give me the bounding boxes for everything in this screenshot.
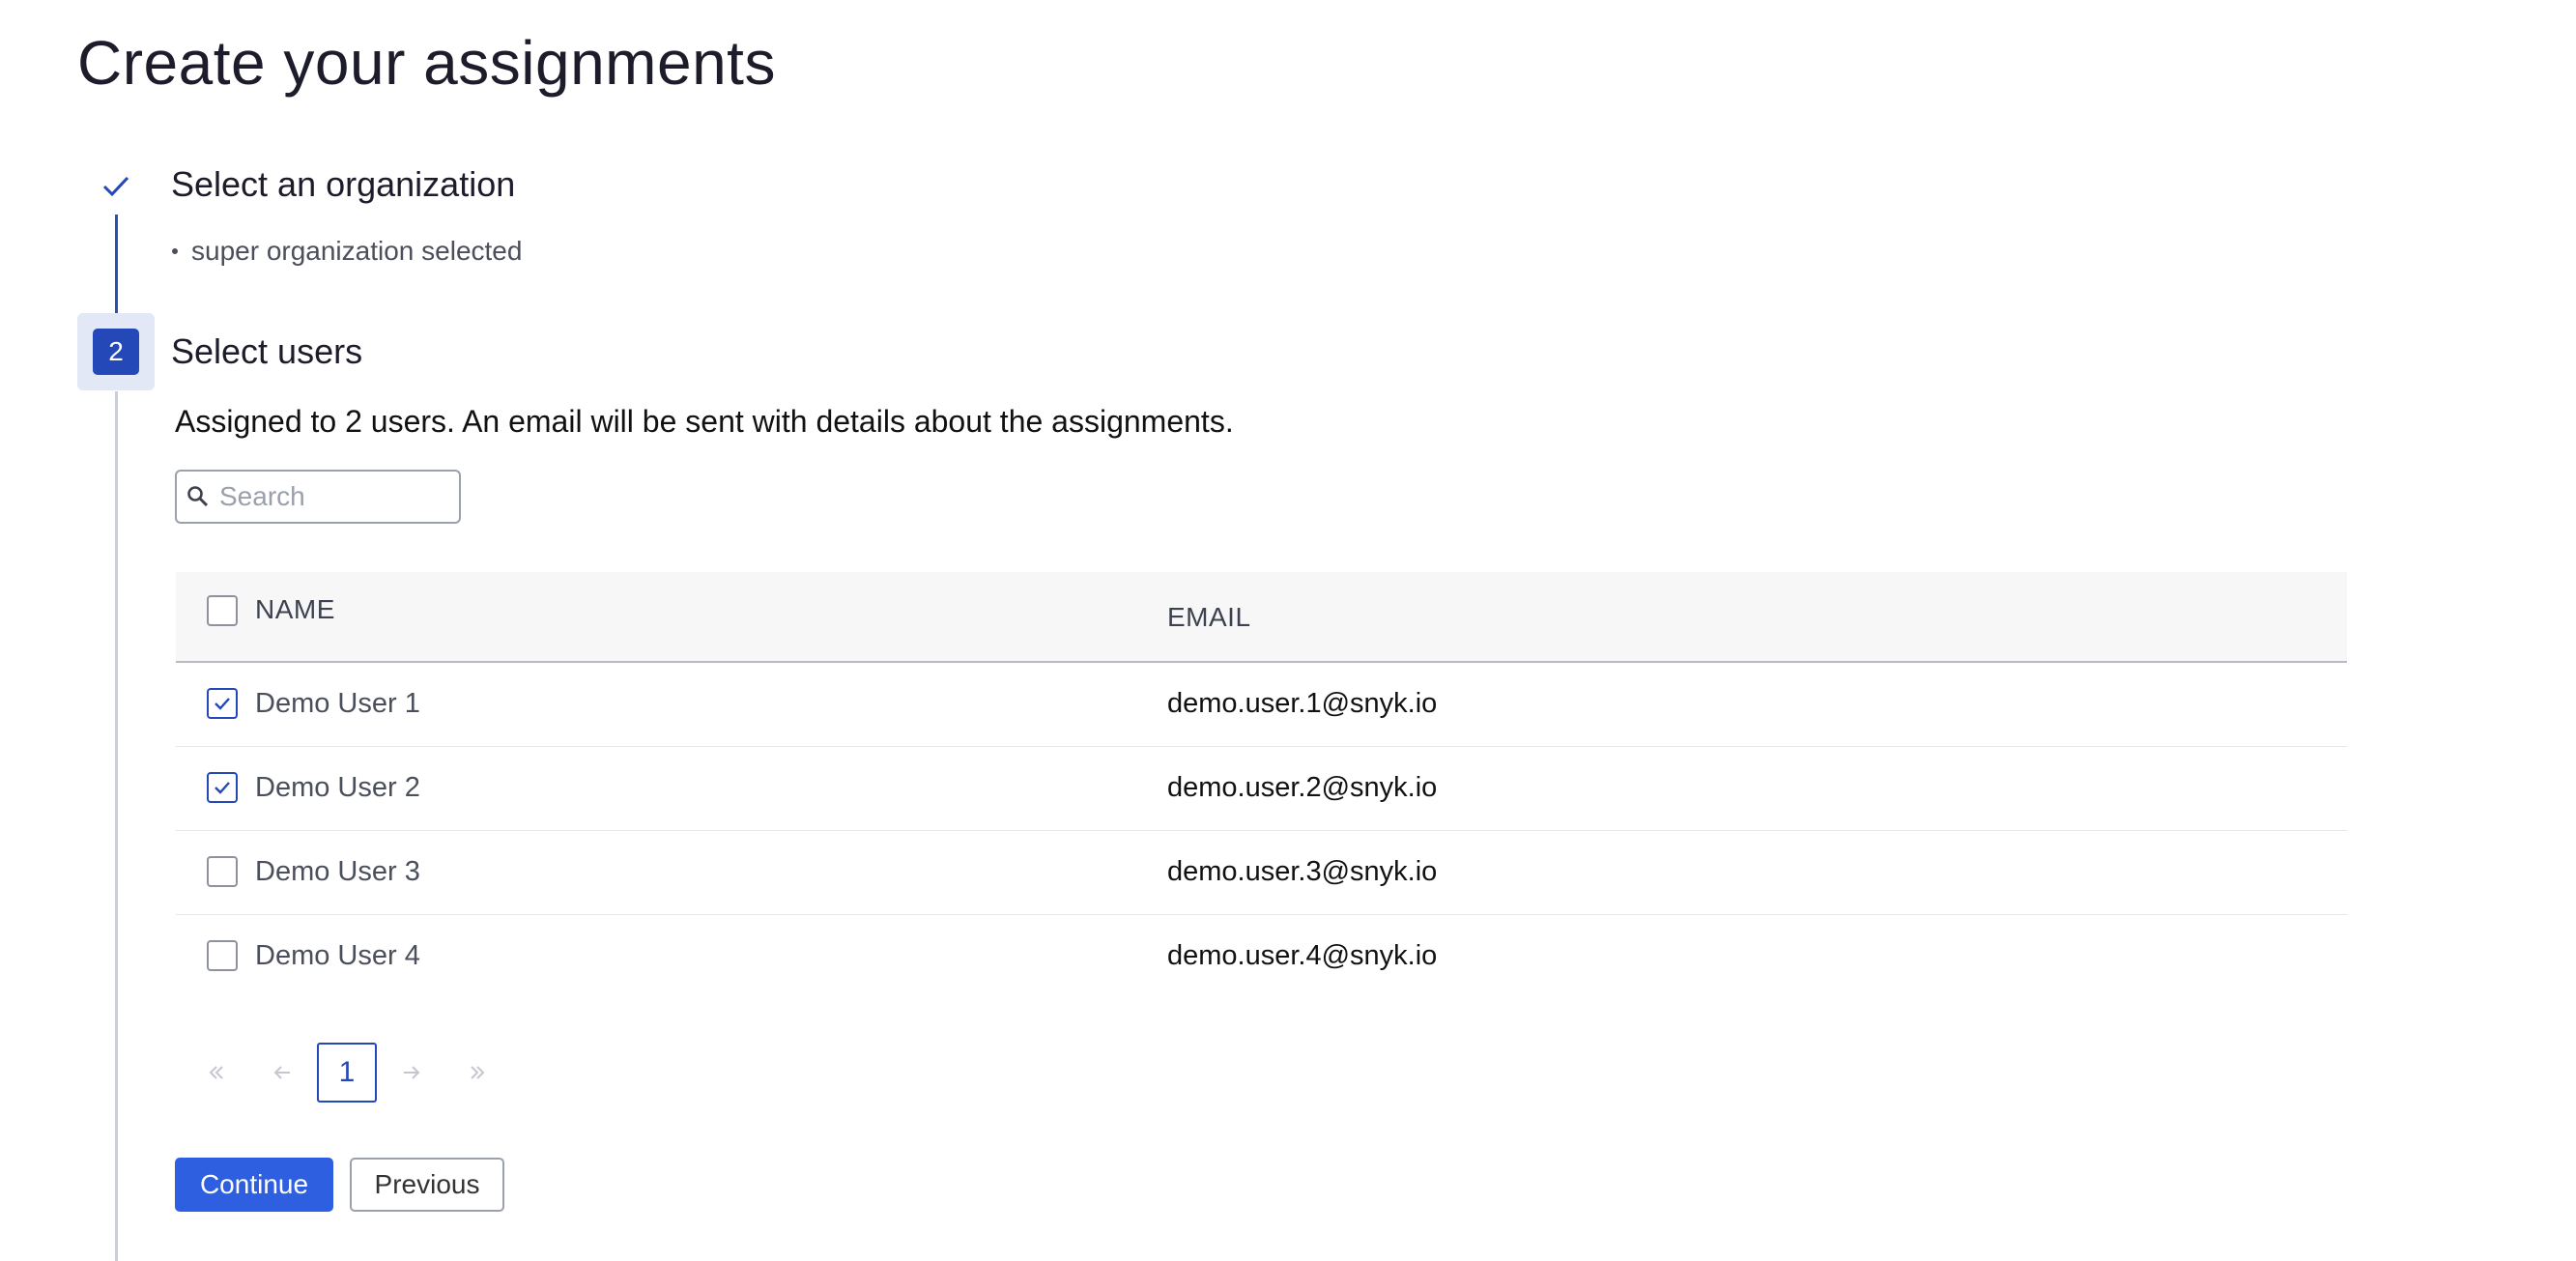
user-name: Demo User 4	[255, 940, 420, 971]
page-title: Create your assignments	[77, 28, 776, 98]
row-checkbox[interactable]	[207, 940, 238, 971]
table-header: NAME EMAIL	[176, 572, 2347, 663]
continue-button[interactable]: Continue	[175, 1158, 333, 1212]
row-checkbox[interactable]	[207, 688, 238, 719]
row-checkbox[interactable]	[207, 772, 238, 803]
table-row[interactable]: Demo User 3 demo.user.3@snyk.io	[176, 831, 2347, 915]
user-email: demo.user.3@snyk.io	[1167, 856, 1438, 887]
assignment-description: Assigned to 2 users. An email will be se…	[175, 404, 1234, 439]
user-name: Demo User 2	[255, 772, 420, 803]
step-1-title: Select an organization	[171, 164, 516, 204]
user-email: demo.user.1@snyk.io	[1167, 688, 1438, 719]
step-1-summary: super organization selected	[172, 236, 522, 267]
user-email: demo.user.4@snyk.io	[1167, 940, 1438, 971]
arrow-left-icon[interactable]	[251, 1042, 313, 1103]
column-header-email[interactable]: EMAIL	[1167, 602, 1251, 633]
select-all-checkbox[interactable]	[207, 595, 238, 626]
table-row[interactable]: Demo User 4 demo.user.4@snyk.io	[176, 915, 2347, 998]
search-input[interactable]	[217, 480, 444, 513]
users-table: NAME EMAIL Demo User 1 demo.user.1@snyk.…	[176, 572, 2347, 998]
row-checkbox[interactable]	[207, 856, 238, 887]
bullet-icon	[172, 248, 178, 254]
arrow-right-icon[interactable]	[381, 1042, 443, 1103]
double-chevron-left-icon[interactable]	[186, 1042, 247, 1103]
step-connector-active	[115, 391, 118, 1261]
search-field[interactable]	[175, 470, 461, 524]
page-number-button[interactable]: 1	[317, 1043, 377, 1103]
user-name: Demo User 1	[255, 688, 420, 719]
user-name: Demo User 3	[255, 856, 420, 887]
table-row[interactable]: Demo User 1 demo.user.1@snyk.io	[176, 663, 2347, 747]
step-2-indicator: 2	[77, 313, 155, 390]
search-icon	[186, 485, 210, 508]
user-email: demo.user.2@snyk.io	[1167, 772, 1438, 803]
check-icon	[97, 166, 135, 205]
step-2-title: Select users	[171, 331, 363, 371]
step-2-number: 2	[93, 329, 139, 375]
double-chevron-right-icon[interactable]	[446, 1042, 508, 1103]
table-row[interactable]: Demo User 2 demo.user.2@snyk.io	[176, 747, 2347, 831]
column-header-name[interactable]: NAME	[255, 594, 335, 625]
previous-button[interactable]: Previous	[350, 1158, 504, 1212]
step-1-summary-text: super organization selected	[191, 236, 523, 266]
pagination: 1	[186, 1042, 512, 1103]
